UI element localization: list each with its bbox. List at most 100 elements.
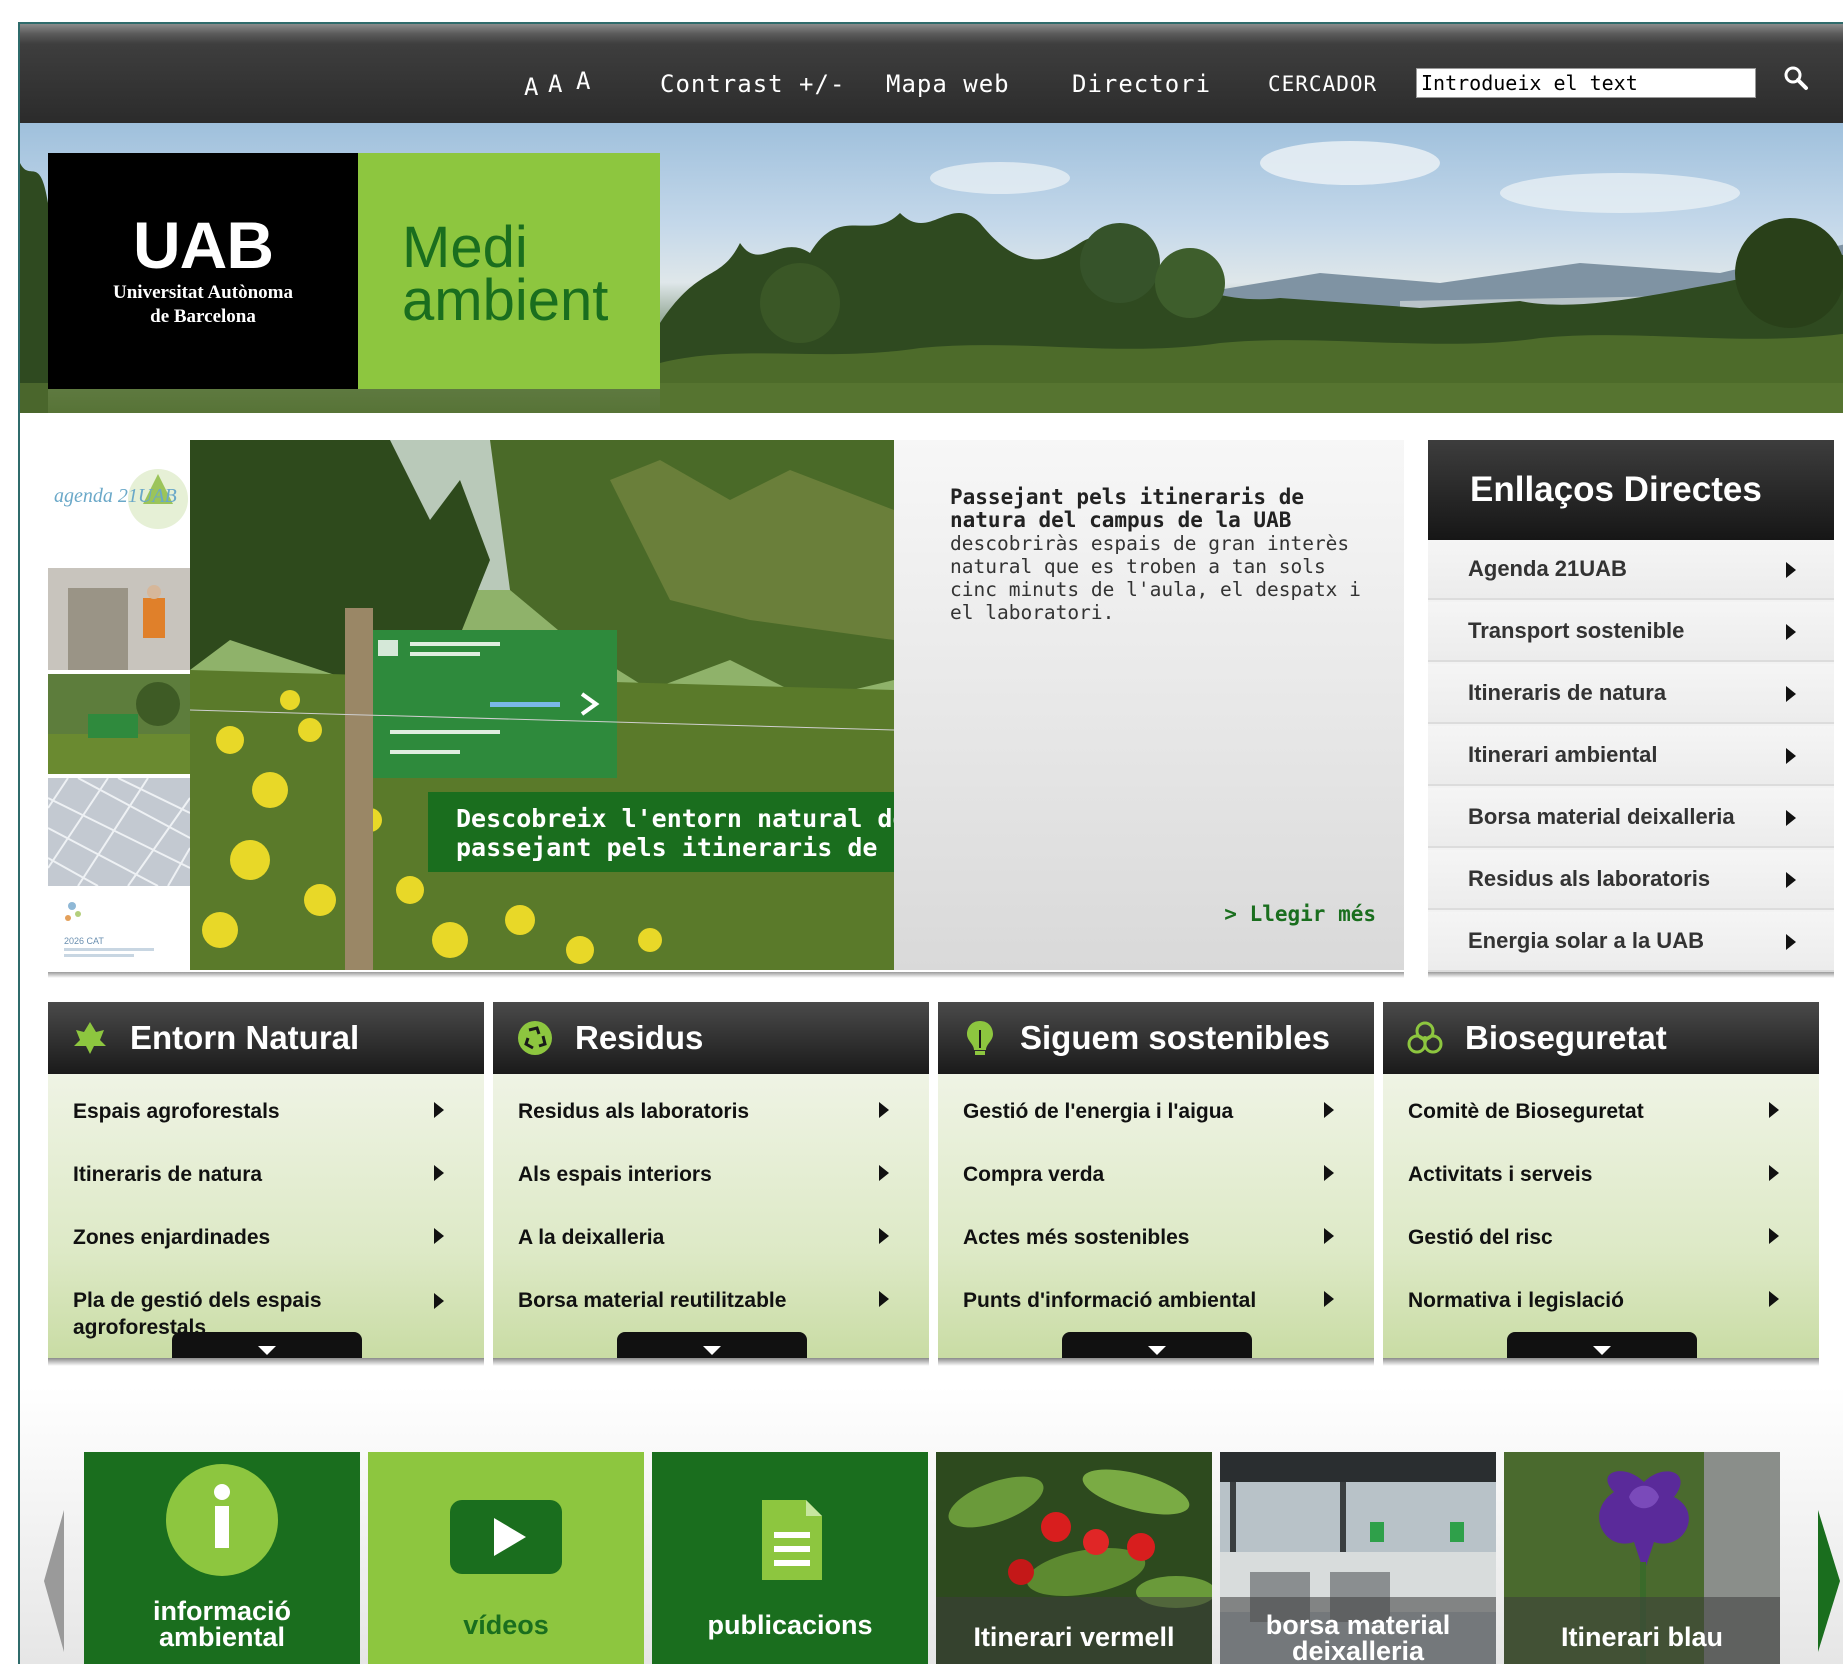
thumb-worker[interactable] (48, 568, 190, 670)
chevron-down-icon (1593, 1346, 1611, 1355)
arrow-right-icon (434, 1102, 444, 1118)
arrow-right-icon (1786, 810, 1796, 826)
category-divider (48, 1358, 484, 1366)
carousel-next-button[interactable] (1818, 1510, 1840, 1652)
direct-link-itinerari-ambiental[interactable]: Itinerari ambiental (1428, 726, 1834, 786)
tile-label: informació ambiental (84, 1596, 360, 1651)
category-link[interactable]: Gestió del risc (1383, 1208, 1819, 1268)
arrow-right-icon (1769, 1291, 1779, 1307)
category-header[interactable]: Bioseguretat (1383, 1002, 1819, 1074)
site-title-line-2: ambient (402, 268, 609, 333)
thumb-agenda21[interactable]: agenda 21UAB (48, 444, 190, 564)
tile-itinerari-blau[interactable]: Itinerari blau (1504, 1452, 1780, 1664)
direct-link-agenda21[interactable]: Agenda 21UAB (1428, 540, 1834, 600)
category-link[interactable]: Activitats i serveis (1383, 1145, 1819, 1205)
arrow-right-icon (879, 1102, 889, 1118)
category-bioseguretat: Bioseguretat Comitè de Bioseguretat Acti… (1383, 1002, 1819, 1364)
font-size-medium-button[interactable]: A (548, 70, 563, 98)
tile-label-line-1: borsa material (1265, 1610, 1451, 1640)
strategy-cover: 2026 CAT (48, 890, 190, 972)
category-link[interactable]: Compra verda (938, 1145, 1374, 1205)
arrow-right-icon (879, 1228, 889, 1244)
nature-trail-photo (190, 440, 894, 970)
category-link-label: Activitats i serveis (1408, 1163, 1593, 1186)
tile-label-line-2: deixalleria (1291, 1636, 1425, 1664)
direct-link-borsa[interactable]: Borsa material deixalleria (1428, 788, 1834, 848)
category-link-label: Residus als laboratoris (518, 1100, 750, 1123)
direct-link-energia[interactable]: Energia solar a la UAB (1428, 912, 1834, 972)
feature-text-panel: Passejant pels itineraris de natura del … (894, 440, 1404, 970)
category-link[interactable]: Residus als laboratoris (493, 1082, 929, 1142)
feature-image[interactable] (190, 440, 894, 970)
category-link-label: Gestió del risc (1408, 1226, 1553, 1249)
category-link[interactable]: Gestió de l'energia i l'aigua (938, 1082, 1374, 1142)
category-link[interactable]: Punts d'informació ambiental (938, 1271, 1374, 1331)
tile-publicacions[interactable]: publicacions (652, 1452, 928, 1664)
category-link[interactable]: Zones enjardinades (48, 1208, 484, 1268)
category-link[interactable]: Borsa material reutilitzable (493, 1271, 929, 1331)
category-title: Bioseguretat (1465, 1019, 1667, 1056)
tile-borsa-material[interactable]: borsa material deixalleria (1220, 1452, 1496, 1664)
read-more-link[interactable]: > Llegir més (1224, 902, 1376, 926)
search-input[interactable] (1416, 68, 1756, 98)
category-header[interactable]: Residus (493, 1002, 929, 1074)
thumb-itinerary[interactable] (48, 674, 190, 774)
category-link[interactable]: Actes més sostenibles (938, 1208, 1374, 1268)
arrow-right-icon (879, 1291, 889, 1307)
category-link-label: Itineraris de natura (73, 1163, 263, 1186)
category-link-label: Zones enjardinades (73, 1226, 271, 1249)
font-size-small-button[interactable]: A (524, 73, 539, 101)
site-title: Medi ambient (402, 215, 609, 333)
font-size-large-button[interactable]: A (576, 67, 591, 95)
thumb-solar[interactable] (48, 778, 190, 886)
tile-label: Itinerari vermell (973, 1622, 1175, 1652)
worker-photo (48, 568, 190, 670)
search-button[interactable] (1782, 64, 1812, 96)
contrast-link[interactable]: Contrast +/- (660, 70, 845, 98)
category-link-label: Als espais interiors (518, 1163, 712, 1186)
category-header[interactable]: Entorn Natural (48, 1002, 484, 1074)
magnifier-icon (1784, 66, 1808, 90)
category-link[interactable]: Comitè de Bioseguretat (1383, 1082, 1819, 1142)
direct-link-transport[interactable]: Transport sostenible (1428, 602, 1834, 662)
category-link[interactable]: Normativa i legislació (1383, 1271, 1819, 1331)
tile-itinerari-vermell[interactable]: Itinerari vermell (936, 1452, 1212, 1664)
arrow-right-icon (1786, 872, 1796, 888)
category-header[interactable]: Siguem sostenibles (938, 1002, 1374, 1074)
tile-label-line-1: informació (152, 1596, 292, 1626)
carousel-prev-button[interactable] (44, 1510, 64, 1652)
category-link[interactable]: A la deixalleria (493, 1208, 929, 1268)
category-link[interactable]: Espais agroforestals (48, 1082, 484, 1142)
category-link-label: Compra verda (963, 1163, 1105, 1186)
category-link-label: Punts d'informació ambiental (963, 1289, 1257, 1312)
category-link-label: A la deixalleria (518, 1226, 665, 1249)
site-title-logo[interactable]: Medi ambient (358, 153, 660, 389)
category-link[interactable]: Pla de gestió dels espais agroforestals (48, 1271, 484, 1339)
university-name-line-2: de Barcelona (150, 306, 256, 327)
direct-link-itineraris[interactable]: Itineraris de natura (1428, 664, 1834, 724)
direct-link-residus[interactable]: Residus als laboratoris (1428, 850, 1834, 910)
arrow-right-icon (879, 1165, 889, 1181)
thumb-strategy[interactable]: 2026 CAT (48, 890, 190, 972)
chevron-right-icon (1818, 1510, 1840, 1652)
sitemap-link[interactable]: Mapa web (886, 70, 1010, 98)
directory-link[interactable]: Directori (1072, 70, 1211, 98)
arrow-right-icon (1786, 934, 1796, 950)
site-title-line-1: Medi (402, 215, 528, 280)
category-link-label: Comitè de Bioseguretat (1408, 1100, 1644, 1123)
solar-panels-photo (48, 778, 190, 886)
category-link[interactable]: Als espais interiors (493, 1145, 929, 1205)
tile-label: borsa material deixalleria (1220, 1612, 1496, 1664)
category-link[interactable]: Itineraris de natura (48, 1145, 484, 1205)
arrow-right-icon (1786, 562, 1796, 578)
arrow-right-icon (434, 1228, 444, 1244)
category-divider (1383, 1358, 1819, 1366)
direct-link-label: Residus als laboratoris (1468, 866, 1711, 891)
uab-logo[interactable]: UAB Universitat Autònoma de Barcelona (48, 153, 358, 389)
direct-links-panel: Enllaços Directes Agenda 21UAB Transport… (1428, 440, 1834, 972)
arrow-right-icon (434, 1293, 444, 1309)
tile-informacio-ambiental[interactable]: informació ambiental (84, 1452, 360, 1664)
tile-videos[interactable]: vídeos (368, 1452, 644, 1664)
chevron-down-icon (703, 1346, 721, 1355)
category-divider (938, 1358, 1374, 1366)
